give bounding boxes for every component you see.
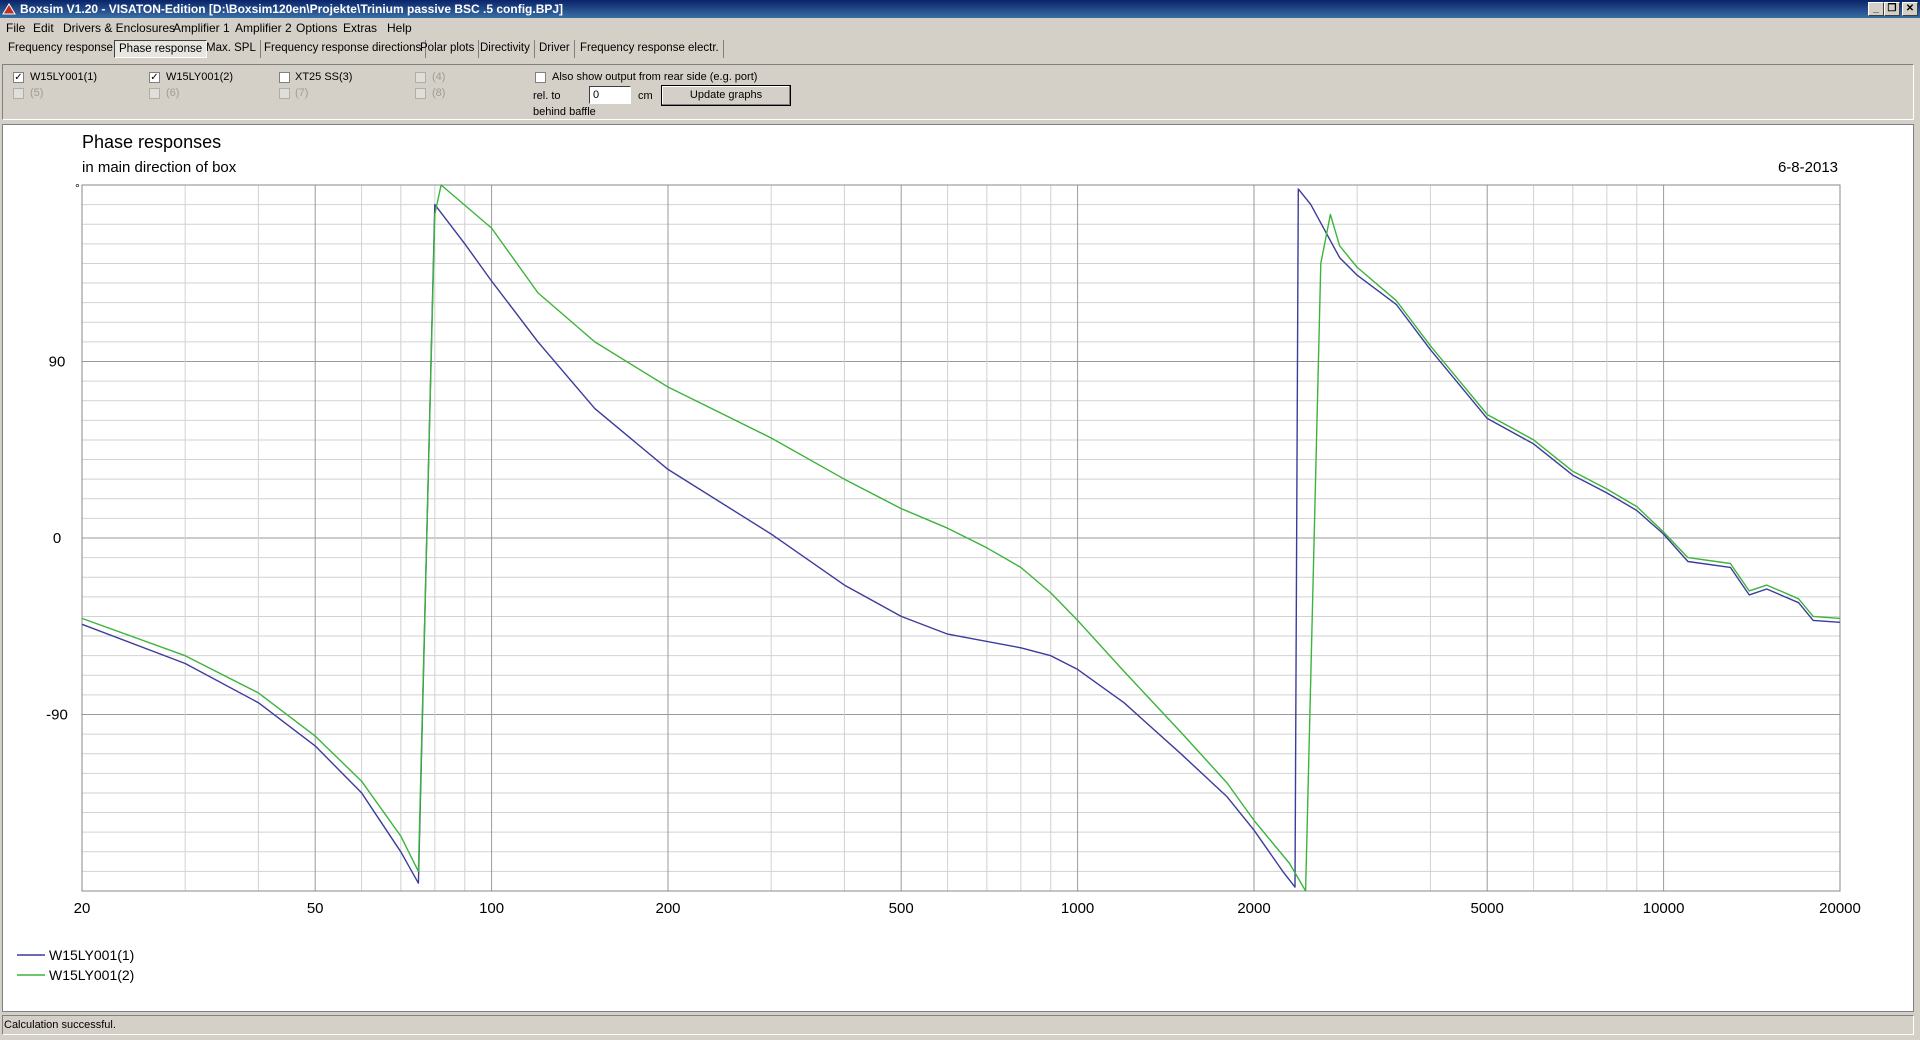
menu-amplifier-1[interactable]: Amplifier 1 — [173, 21, 230, 35]
menu-bar: File Edit Drivers & Enclosures Amplifier… — [0, 18, 1920, 38]
driver-1-checkbox[interactable]: ✓ — [13, 72, 24, 83]
rear-output-label: Also show output from rear side (e.g. po… — [552, 71, 758, 83]
chart-grid: 20 50 100 200 500 1000 2000 5000 10000 20000 90 0 -9… — [46, 184, 1861, 917]
tab-frequency-response[interactable]: Frequency response — [4, 40, 118, 58]
rear-distance-unit: cm — [638, 90, 653, 102]
tab-polar-plots[interactable]: Polar plots — [416, 40, 480, 58]
driver-7-checkbox — [279, 88, 290, 99]
y-axis-unit: ° — [75, 181, 80, 195]
x-tick-label: 5000 — [1471, 900, 1504, 917]
tab-frequency-response-electr[interactable]: Frequency response electr. — [576, 40, 724, 58]
legend-label-1: W15LY001(1) — [49, 947, 134, 963]
tab-phase-response[interactable]: Phase response — [114, 40, 208, 58]
chart-date: 6-8-2013 — [1778, 159, 1838, 176]
tab-frequency-response-directions[interactable]: Frequency response directions — [260, 40, 427, 58]
driver-3-checkbox[interactable] — [279, 72, 290, 83]
driver-4-label: (4) — [432, 71, 446, 83]
x-tick-label: 20000 — [1819, 900, 1861, 917]
driver-6-checkbox — [149, 88, 160, 99]
phase-chart-area: 20 50 100 200 500 1000 2000 5000 10000 20000 90 0 -9… — [2, 124, 1914, 1012]
chart-subtitle: in main direction of box — [82, 159, 237, 176]
behind-baffle-label: behind baffle — [533, 106, 596, 118]
chart-title: Phase responses — [82, 132, 221, 152]
status-bar: Calculation successful. — [0, 1014, 1920, 1040]
window-titlebar: Boxsim V1.20 - VISATON-Edition [D:\Boxsi… — [0, 0, 1920, 18]
phase-response-chart: 20 50 100 200 500 1000 2000 5000 10000 20000 90 0 -9… — [17, 132, 1861, 983]
menu-extras[interactable]: Extras — [343, 21, 377, 35]
y-tick-label: 90 — [49, 354, 66, 371]
driver-3-label: XT25 SS(3) — [295, 71, 353, 83]
minimize-button[interactable]: _ — [1868, 2, 1884, 16]
tab-strip: Frequency response Phase response Max. S… — [0, 38, 1920, 60]
tab-max-spl[interactable]: Max. SPL — [202, 40, 261, 58]
y-tick-label: 0 — [53, 530, 61, 547]
menu-drivers-enclosures[interactable]: Drivers & Enclosures — [63, 21, 175, 35]
menu-options[interactable]: Options — [296, 21, 337, 35]
maximize-button[interactable]: ❐ — [1884, 2, 1900, 16]
driver-2-checkbox[interactable]: ✓ — [149, 72, 160, 83]
boxsim-app-icon — [2, 3, 16, 15]
driver-2-label: W15LY001(2) — [166, 71, 234, 83]
driver-4-checkbox — [415, 72, 426, 83]
tab-directivity[interactable]: Directivity — [476, 40, 535, 58]
x-tick-label: 20 — [74, 900, 91, 917]
legend-label-2: W15LY001(2) — [49, 967, 134, 983]
x-tick-label: 10000 — [1643, 900, 1685, 917]
update-graphs-button[interactable]: Update graphs — [661, 85, 791, 106]
close-button[interactable]: ✕ — [1902, 2, 1918, 16]
y-tick-label: -90 — [46, 707, 68, 724]
driver-selection-panel: ✓ W15LY001(1) ✓ W15LY001(2) XT25 SS(3) (… — [2, 64, 1914, 120]
x-tick-label: 200 — [655, 900, 680, 917]
window-title: Boxsim V1.20 - VISATON-Edition [D:\Boxsi… — [20, 2, 564, 16]
chart-legend: W15LY001(1) W15LY001(2) — [17, 947, 134, 983]
driver-7-label: (7) — [295, 87, 309, 99]
rear-distance-input[interactable]: 0 — [589, 86, 631, 104]
driver-8-label: (8) — [432, 87, 446, 99]
menu-edit[interactable]: Edit — [33, 21, 54, 35]
driver-5-checkbox — [13, 88, 24, 99]
status-text: Calculation successful. — [2, 1015, 1914, 1035]
x-tick-label: 1000 — [1061, 900, 1094, 917]
driver-1-label: W15LY001(1) — [30, 71, 98, 83]
menu-help[interactable]: Help — [387, 21, 412, 35]
menu-file[interactable]: File — [6, 21, 25, 35]
driver-6-label: (6) — [166, 87, 180, 99]
x-tick-label: 500 — [889, 900, 914, 917]
x-tick-label: 100 — [479, 900, 504, 917]
rel-to-label: rel. to — [533, 90, 561, 102]
menu-amplifier-2[interactable]: Amplifier 2 — [235, 21, 292, 35]
driver-8-checkbox — [415, 88, 426, 99]
x-tick-label: 2000 — [1237, 900, 1270, 917]
x-tick-label: 50 — [307, 900, 324, 917]
tab-driver[interactable]: Driver — [535, 40, 575, 58]
driver-5-label: (5) — [30, 87, 44, 99]
rear-output-checkbox[interactable] — [535, 72, 546, 83]
